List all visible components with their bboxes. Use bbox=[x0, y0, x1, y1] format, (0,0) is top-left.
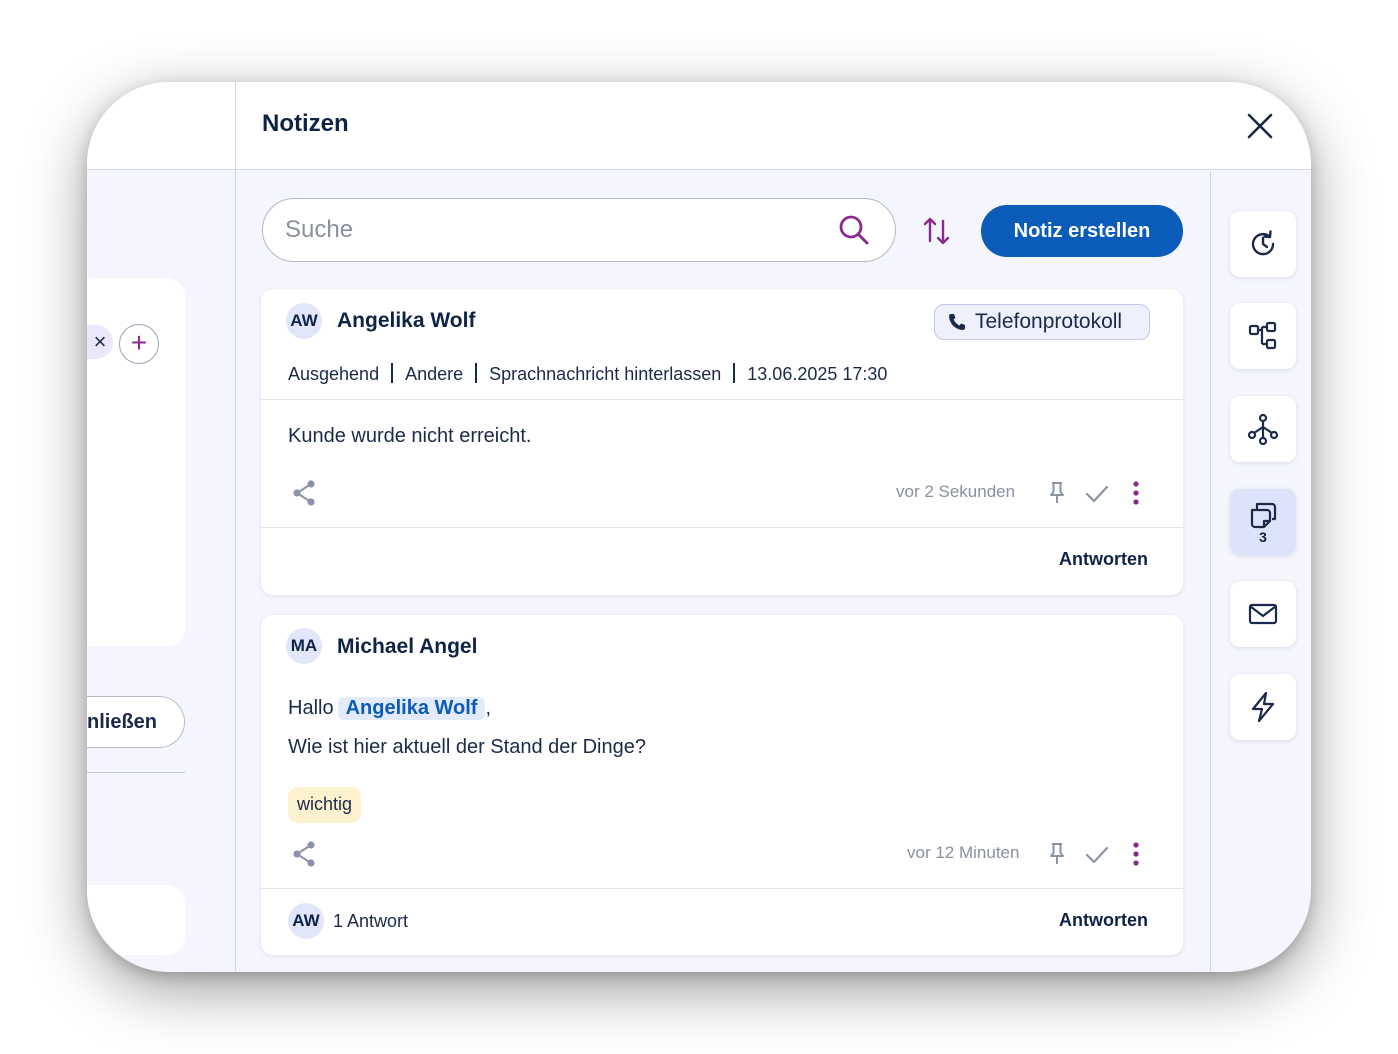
note-meta: Ausgehend Andere Sprachnachricht hinterlas… bbox=[288, 363, 887, 385]
meta-result: Sprachnachricht hinterlassen bbox=[489, 364, 722, 384]
mention-chip[interactable]: Angelika Wolf bbox=[337, 697, 486, 720]
note-card: AW Angelika Wolf Telefonprotokoll Ausgeh… bbox=[261, 289, 1183, 595]
check-icon[interactable] bbox=[1085, 484, 1109, 504]
left-panel: × + nließen bbox=[87, 82, 236, 972]
create-note-button[interactable]: Notiz erstellen bbox=[981, 205, 1183, 257]
left-panel-card-bottom bbox=[87, 885, 185, 955]
sidebar-item-workflow[interactable] bbox=[1230, 303, 1296, 369]
avatar: AW bbox=[288, 903, 324, 939]
meta-datetime: 13.06.2025 17:30 bbox=[747, 364, 888, 384]
avatar: MA bbox=[286, 628, 322, 664]
more-icon[interactable] bbox=[1132, 842, 1140, 866]
sidebar-item-network[interactable] bbox=[1230, 396, 1296, 462]
tag-badge[interactable]: wichtig bbox=[288, 787, 362, 823]
app-window: × + nließen Notizen Notiz erstellen AW bbox=[87, 82, 1311, 972]
avatar: AW bbox=[286, 303, 322, 339]
notes-header: Notizen bbox=[236, 82, 1311, 170]
search-input[interactable] bbox=[285, 213, 805, 247]
sort-icon[interactable] bbox=[922, 215, 952, 247]
reply-count[interactable]: 1 Antwort bbox=[333, 911, 408, 932]
share-icon[interactable] bbox=[291, 840, 317, 868]
pin-icon[interactable] bbox=[1048, 842, 1066, 866]
notes-main: Notiz erstellen AW Angelika Wolf Telefon… bbox=[236, 171, 1210, 972]
note-body: Wie ist hier aktuell der Stand der Dinge… bbox=[288, 736, 646, 758]
type-tag-label: Telefonprotokoll bbox=[975, 310, 1123, 333]
check-icon[interactable] bbox=[1085, 845, 1109, 865]
page-title: Notizen bbox=[262, 110, 349, 137]
notes-count: 3 bbox=[1259, 529, 1267, 545]
history-icon bbox=[1251, 230, 1275, 256]
meta-category: Andere bbox=[405, 364, 464, 384]
note-author: Michael Angel bbox=[337, 635, 478, 658]
note-body: Kunde wurde nicht erreicht. bbox=[288, 425, 532, 447]
left-panel-header bbox=[87, 82, 236, 170]
mail-icon bbox=[1248, 603, 1278, 625]
greeting-comma: , bbox=[485, 697, 492, 719]
note-card: MA Michael Angel Hallo Angelika Wolf, Wie… bbox=[261, 615, 1183, 955]
divider bbox=[87, 772, 185, 773]
note-author: Angelika Wolf bbox=[337, 309, 476, 332]
note-greeting: Hallo Angelika Wolf, bbox=[288, 697, 491, 720]
workflow-icon bbox=[1248, 321, 1277, 350]
reply-button[interactable]: Antworten bbox=[1059, 549, 1148, 570]
close-icon[interactable] bbox=[1242, 108, 1278, 144]
divider bbox=[261, 399, 1183, 400]
notes-icon bbox=[1250, 502, 1277, 529]
search-box bbox=[262, 198, 896, 262]
divider bbox=[261, 527, 1183, 528]
reply-button[interactable]: Antworten bbox=[1059, 910, 1148, 931]
divider bbox=[261, 888, 1183, 889]
greeting-text: Hallo bbox=[288, 697, 334, 719]
pin-icon[interactable] bbox=[1048, 481, 1066, 505]
note-time: vor 12 Minuten bbox=[907, 843, 1020, 862]
divider bbox=[1210, 171, 1211, 972]
network-icon bbox=[1247, 413, 1279, 445]
close-panel-button[interactable]: nließen bbox=[87, 696, 185, 748]
sidebar-item-mail[interactable] bbox=[1230, 581, 1296, 647]
meta-direction: Ausgehend bbox=[288, 364, 380, 384]
note-time: vor 2 Sekunden bbox=[896, 482, 1016, 501]
phone-icon bbox=[949, 314, 965, 330]
share-icon[interactable] bbox=[291, 479, 317, 507]
sidebar-item-automation[interactable] bbox=[1230, 674, 1296, 740]
lightning-icon bbox=[1251, 691, 1275, 723]
add-button[interactable]: + bbox=[119, 324, 159, 364]
type-tag[interactable]: Telefonprotokoll bbox=[934, 304, 1150, 340]
more-icon[interactable] bbox=[1132, 481, 1140, 505]
sidebar-item-history[interactable] bbox=[1230, 211, 1296, 277]
sidebar-item-notes[interactable]: 3 bbox=[1230, 489, 1296, 555]
search-icon[interactable] bbox=[837, 213, 871, 247]
